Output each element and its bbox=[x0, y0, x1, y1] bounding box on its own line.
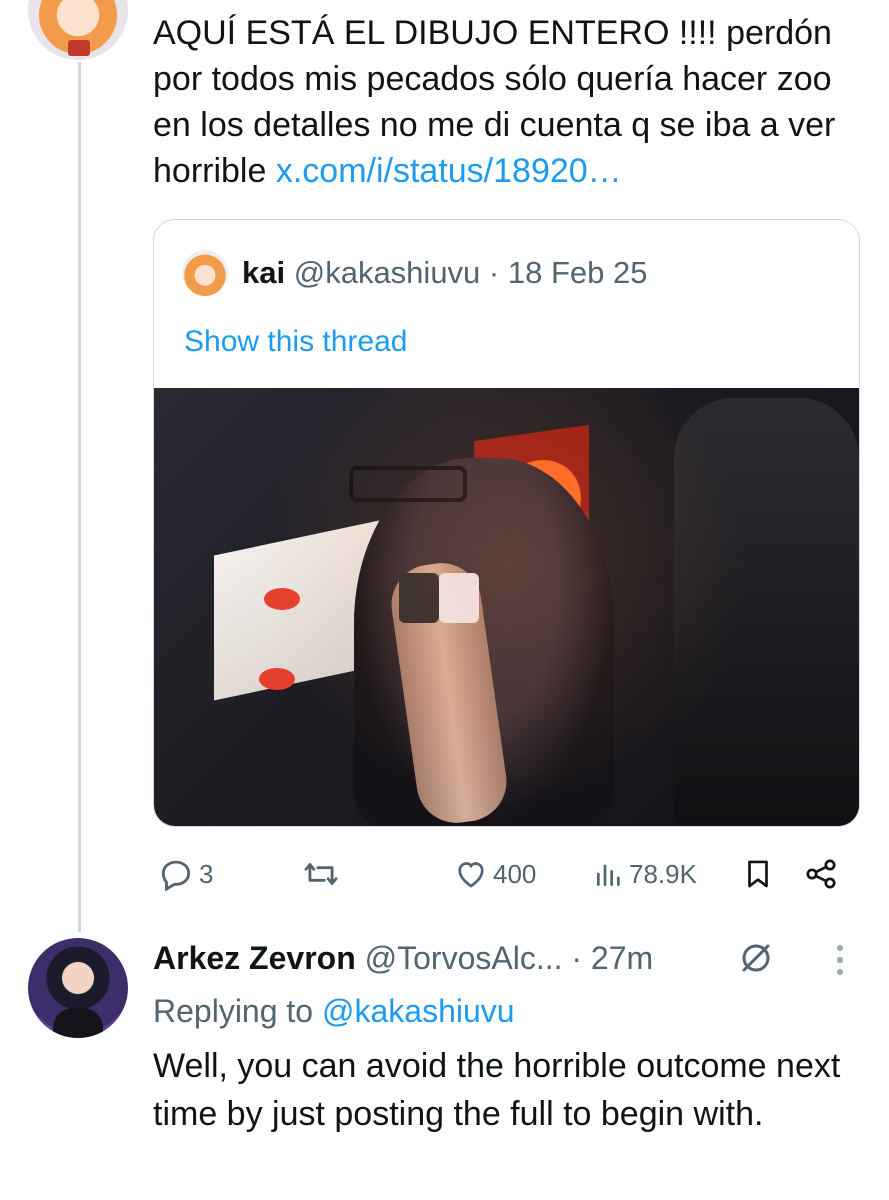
quote-separator: · bbox=[480, 255, 508, 290]
author-avatar[interactable] bbox=[28, 0, 128, 60]
mute-icon[interactable] bbox=[738, 940, 774, 976]
like-count: 400 bbox=[493, 858, 537, 889]
quote-tweet-card[interactable]: kai @kakashiuvu · 18 Feb 25 Show this th… bbox=[153, 219, 860, 827]
tweet-link[interactable]: x.com/i/status/18920… bbox=[276, 152, 622, 190]
views-count: 78.9K bbox=[629, 858, 697, 889]
share-button[interactable] bbox=[803, 850, 839, 898]
more-options-icon[interactable] bbox=[830, 940, 850, 980]
tweet-actions-bar: 3 400 78.9K bbox=[153, 850, 858, 898]
share-icon bbox=[806, 859, 836, 889]
reply-header: Arkez Zevron @TorvosAlc... · 27m bbox=[153, 935, 653, 981]
replying-to-line: Replying to @kakashiuvu bbox=[153, 988, 515, 1034]
artwork-light-overlay bbox=[154, 388, 859, 826]
reply-text: Well, you can avoid the horrible outcome… bbox=[153, 1047, 841, 1133]
show-thread-link[interactable]: Show this thread bbox=[184, 325, 407, 359]
like-button[interactable]: 400 bbox=[453, 850, 536, 898]
reply-time[interactable]: 27m bbox=[591, 940, 653, 976]
avatar-detail bbox=[53, 1008, 103, 1038]
reply-author-name[interactable]: Arkez Zevron bbox=[153, 940, 356, 976]
thread-connector-line bbox=[78, 62, 81, 932]
retweet-icon bbox=[304, 863, 338, 885]
reply-button[interactable]: 3 bbox=[157, 850, 213, 898]
reply-author-avatar[interactable] bbox=[28, 938, 128, 1038]
reply-icon bbox=[161, 860, 191, 892]
replying-prefix: Replying to bbox=[153, 993, 322, 1029]
bookmark-button[interactable] bbox=[741, 850, 775, 898]
quote-media-image[interactable] bbox=[154, 388, 859, 826]
quote-author-handle[interactable]: @kakashiuvu bbox=[294, 255, 481, 290]
avatar-detail bbox=[68, 40, 90, 56]
views-icon bbox=[597, 864, 620, 886]
reply-count: 3 bbox=[199, 858, 214, 889]
quote-author-name[interactable]: kai bbox=[242, 255, 285, 290]
views-button[interactable]: 78.9K bbox=[593, 850, 697, 898]
retweet-button[interactable] bbox=[301, 850, 345, 898]
reply-separator: · bbox=[562, 940, 591, 976]
tweet-text: AQUÍ ESTÁ EL DIBUJO ENTERO !!!! perdón p… bbox=[153, 10, 873, 194]
reply-author-handle[interactable]: @TorvosAlc... bbox=[365, 940, 563, 976]
bookmark-icon bbox=[748, 860, 768, 888]
quote-author-avatar[interactable] bbox=[182, 250, 228, 296]
like-icon bbox=[458, 862, 484, 888]
replying-to-mention[interactable]: @kakashiuvu bbox=[322, 993, 515, 1029]
quote-header: kai @kakashiuvu · 18 Feb 25 bbox=[242, 250, 647, 296]
quote-date[interactable]: 18 Feb 25 bbox=[508, 255, 648, 290]
